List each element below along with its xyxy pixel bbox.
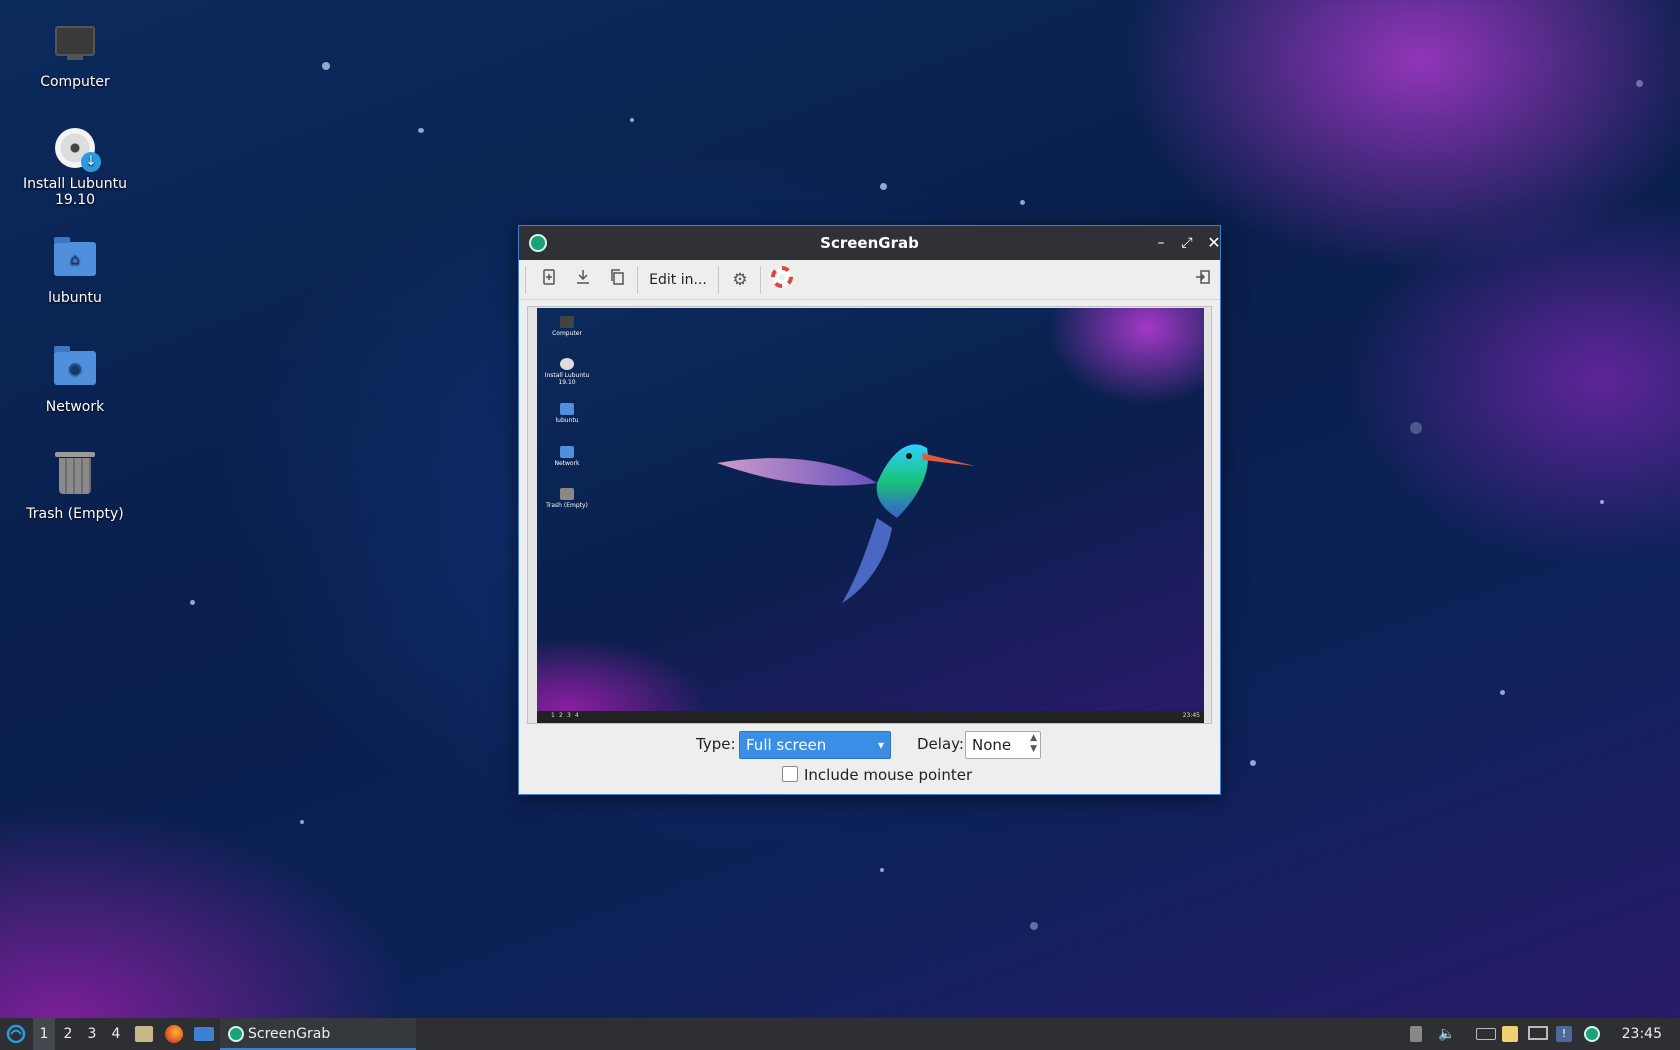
help-lifebuoy-icon	[771, 266, 793, 288]
type-label: Type:	[696, 735, 736, 753]
mouse-pointer-checkbox[interactable]	[782, 766, 798, 782]
mini-icon-network: Network	[537, 446, 597, 467]
workspace-1[interactable]: 1	[33, 1018, 55, 1050]
mini-icon-install: Install Lubuntu 19.10	[537, 358, 597, 386]
start-menu-button[interactable]	[0, 1018, 32, 1050]
desktop-icon-label: Network	[45, 399, 105, 415]
file-manager-launcher[interactable]	[132, 1018, 156, 1050]
delay-value: None	[972, 736, 1012, 754]
mini-icon-trash: Trash (Empty)	[537, 488, 597, 509]
copy-icon	[611, 269, 624, 285]
computer-icon	[53, 26, 97, 70]
quit-button[interactable]	[1189, 266, 1217, 294]
settings-button[interactable]: ⚙	[726, 266, 754, 294]
type-select-value: Full screen	[746, 736, 827, 754]
help-button[interactable]	[768, 266, 796, 294]
quit-icon	[1196, 270, 1210, 284]
desktop-icon-lubuntu[interactable]: ⌂ lubuntu	[15, 236, 135, 306]
chevron-down-icon: ▾	[877, 738, 884, 752]
desktop-icon-label: Computer	[40, 74, 110, 90]
screenshot-preview[interactable]: Computer Install Lubuntu 19.10 lubuntu N…	[537, 308, 1204, 723]
firefox-launcher[interactable]	[162, 1018, 186, 1050]
gear-icon: ⚙	[732, 270, 748, 290]
volume-icon[interactable]: 🔈	[1438, 1026, 1455, 1042]
home-folder-icon: ⌂	[53, 237, 97, 286]
clock[interactable]: 23:45	[1622, 1018, 1662, 1050]
close-button[interactable]: ✕	[1203, 232, 1225, 254]
delay-spinbox[interactable]: None ▲ ▼	[965, 731, 1041, 759]
show-desktop-button[interactable]	[192, 1018, 216, 1050]
window-titlebar[interactable]: ScreenGrab – ⤢ ✕	[519, 226, 1221, 260]
edit-in-button[interactable]: Edit in...	[645, 266, 711, 294]
capture-controls: Type: Full screen ▾ Delay: None ▲ ▼ Inclu…	[519, 731, 1220, 791]
spin-arrows-icon[interactable]: ▲ ▼	[1030, 733, 1037, 755]
save-icon	[577, 270, 589, 284]
trash-icon	[53, 452, 97, 502]
mouse-pointer-label[interactable]: Include mouse pointer	[804, 766, 972, 784]
new-screenshot-icon	[543, 269, 555, 285]
lubuntu-logo-icon	[6, 1024, 26, 1044]
delay-label: Delay:	[917, 735, 964, 753]
taskbar: 1 2 3 4 ScreenGrab 🔈 ! 23:45	[0, 1018, 1680, 1050]
firefox-icon	[165, 1025, 183, 1043]
monitor-icon[interactable]	[1528, 1026, 1548, 1040]
desktop-icon-label: Install Lubuntu 19.10	[22, 176, 127, 208]
screenshot-preview-frame: Computer Install Lubuntu 19.10 lubuntu N…	[527, 306, 1212, 724]
copy-button[interactable]	[603, 266, 631, 294]
mini-icon-lubuntu: lubuntu	[537, 403, 597, 424]
save-button[interactable]	[569, 266, 597, 294]
desktop-icon-computer[interactable]: Computer	[15, 20, 135, 90]
workspace-2[interactable]: 2	[57, 1018, 79, 1050]
task-screengrab[interactable]: ScreenGrab	[220, 1018, 416, 1050]
maximize-button[interactable]: ⤢	[1176, 232, 1198, 254]
window-title: ScreenGrab	[820, 234, 919, 252]
hummingbird-image	[717, 444, 975, 603]
clipboard-icon[interactable]	[1502, 1026, 1518, 1042]
file-manager-icon	[135, 1026, 153, 1042]
keyboard-icon[interactable]	[1476, 1028, 1496, 1040]
desktop-icon	[194, 1027, 214, 1041]
install-disc-icon: ↓	[53, 128, 101, 172]
screengrab-window: ScreenGrab – ⤢ ✕ Edit in... ⚙ Computer I…	[518, 225, 1221, 795]
desktop-icon-install-lubuntu[interactable]: ↓ Install Lubuntu 19.10	[15, 128, 135, 208]
workspace-3[interactable]: 3	[81, 1018, 103, 1050]
desktop-icon-trash[interactable]: Trash (Empty)	[15, 452, 135, 522]
removable-media-icon[interactable]	[1410, 1026, 1422, 1042]
desktop-icon-label: lubuntu	[48, 290, 102, 306]
mini-taskbar: 1 2 3 4 23:45	[537, 711, 1204, 723]
desktop-icon-network[interactable]: ◉ Network	[15, 345, 135, 415]
toolbar: Edit in... ⚙	[519, 260, 1220, 300]
network-folder-icon: ◉	[53, 346, 97, 395]
desktop-icon-label: Trash (Empty)	[26, 506, 124, 522]
screengrab-app-icon	[228, 1026, 244, 1042]
new-screenshot-button[interactable]	[535, 266, 563, 294]
minimize-button[interactable]: –	[1150, 232, 1172, 254]
screengrab-tray-icon[interactable]	[1584, 1026, 1600, 1042]
notification-icon[interactable]: !	[1556, 1026, 1572, 1042]
type-select[interactable]: Full screen ▾	[739, 731, 891, 759]
mini-icon-computer: Computer	[537, 316, 597, 337]
workspace-4[interactable]: 4	[105, 1018, 127, 1050]
task-label: ScreenGrab	[248, 1026, 331, 1042]
